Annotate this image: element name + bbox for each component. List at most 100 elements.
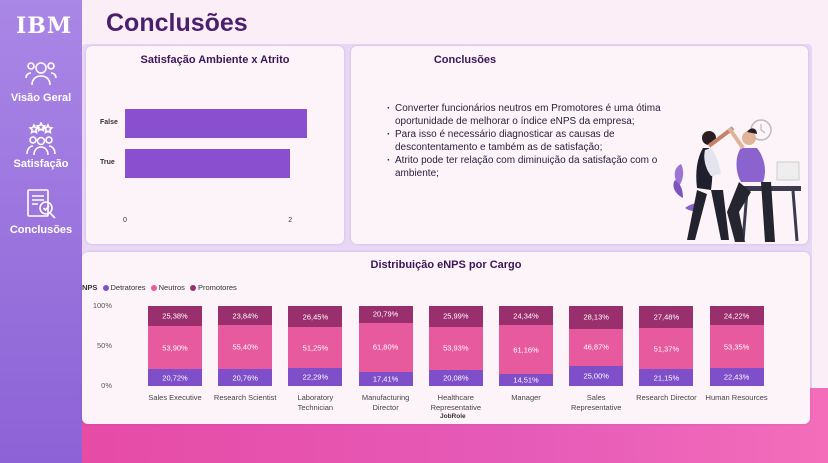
y-tick-label: False: [100, 118, 118, 126]
bar-segment-neutros: 53,35%: [709, 325, 764, 369]
data-label: 20,08%: [443, 373, 469, 383]
data-label: 53,90%: [162, 343, 188, 353]
bar-segment-promotores: 20,79%: [358, 306, 413, 323]
conclusions-list: Converter funcionários neutros em Promot…: [387, 102, 665, 180]
bar-segment-promotores: 23,84%: [218, 306, 273, 326]
bar-segment-detratores: 20,08%: [428, 369, 483, 386]
y-tick-label: True: [100, 158, 115, 166]
data-label: 61,80%: [372, 342, 399, 352]
data-label: 51,25%: [302, 343, 329, 353]
conclusion-item: Para isso é necessário diagnosticar as c…: [387, 128, 665, 154]
ibm-logo: IBM: [16, 13, 73, 39]
bar-segment-promotores: 25,38%: [148, 306, 202, 327]
data-label: 26,45%: [302, 312, 329, 322]
x-category-label: Research Director: [636, 393, 697, 402]
enps-x-axis-label: JobRole: [440, 413, 466, 420]
data-label: 61,16%: [513, 345, 539, 355]
bar: [125, 149, 291, 178]
conclusions-title: Conclusões: [433, 54, 497, 66]
bar: [125, 109, 307, 138]
data-label: 53,35%: [723, 342, 750, 352]
x-tick-label: 0: [123, 217, 127, 224]
bar-segment-detratores: 22,43%: [709, 368, 764, 386]
data-label: 20,76%: [232, 373, 258, 383]
data-label: 23,84%: [232, 311, 258, 321]
x-category-label: Manager: [511, 393, 541, 402]
conclusion-item: Converter funcionários neutros em Promot…: [387, 102, 665, 128]
data-label: 17,41%: [372, 374, 399, 384]
nav-label-conclusoes: Conclusões: [9, 224, 73, 236]
nav-item-satisfacao[interactable]: Satisfação: [0, 122, 82, 170]
x-category-label: Sales Representative: [570, 393, 622, 412]
data-label: 25,38%: [162, 311, 188, 321]
satisfaction-chart-title: Satisfação Ambiente x Atrito: [140, 54, 290, 66]
bar-segment-detratores: 17,41%: [358, 372, 413, 386]
data-label: 24,22%: [723, 311, 750, 321]
data-label: 22,29%: [302, 372, 329, 382]
data-label: 46,87%: [583, 342, 609, 352]
bar-segment-detratores: 21,15%: [639, 369, 694, 386]
legend-title: NPS: [82, 283, 98, 292]
legend-neutros: Neutros: [158, 283, 185, 292]
bar-segment-promotores: 28,13%: [569, 306, 624, 329]
bar-segment-neutros: 51,25%: [288, 327, 343, 369]
y-tick-label: 50%: [96, 341, 112, 350]
conclusions-card: Conclusões Converter funcionários neutro…: [351, 46, 808, 244]
page-title: Conclusões: [106, 9, 248, 37]
data-label: 14,51%: [513, 375, 539, 385]
bar-segment-neutros: 61,80%: [358, 322, 413, 373]
bar-segment-promotores: 27,48%: [639, 306, 694, 328]
x-category-label: Manufacturing Director: [361, 393, 410, 412]
legend-swatch-detratores: [102, 285, 109, 292]
x-category-label: Laboratory Technician: [297, 393, 334, 412]
data-label: 53,93%: [443, 343, 469, 353]
data-label: 21,15%: [653, 373, 680, 383]
bar-segment-detratores: 25,00%: [569, 366, 624, 386]
x-tick-label: 2: [288, 217, 293, 224]
report-icon: [27, 189, 56, 219]
data-label: 51,37%: [653, 344, 680, 354]
bar-segment-neutros: 51,37%: [639, 327, 694, 370]
nav-item-visao-geral[interactable]: Visão Geral: [0, 56, 82, 104]
x-category-label: Research Scientist: [213, 393, 277, 402]
conclusion-item: Atrito pode ter relação com diminuição d…: [387, 154, 665, 180]
data-label: 55,40%: [232, 342, 258, 352]
bar-segment-promotores: 24,22%: [709, 306, 764, 326]
data-label: 22,43%: [723, 372, 750, 382]
data-label: 25,99%: [443, 311, 469, 321]
bar-segment-neutros: 55,40%: [218, 325, 273, 370]
bar-segment-neutros: 53,90%: [148, 326, 202, 370]
legend-detratores: Detratores: [110, 283, 146, 292]
sidebar: IBM Visão Geral Satisfação Conclusões: [0, 0, 82, 463]
bar-segment-promotores: 24,34%: [499, 305, 553, 326]
data-label: 27,48%: [653, 312, 680, 322]
bar-segment-promotores: 26,45%: [288, 306, 343, 328]
bar-segment-detratores: 14,51%: [499, 374, 553, 386]
satisfaction-attrition-card: Satisfação Ambiente x Atrito False True 0 2: [86, 46, 344, 244]
nav-label-visao-geral: Visão Geral: [10, 92, 72, 104]
enps-legend: NPS Detratores Neutros Promotores: [82, 283, 237, 292]
legend-swatch-neutros: [150, 285, 157, 292]
legend-promotores: Promotores: [197, 283, 237, 292]
data-label: 24,34%: [513, 311, 539, 321]
bar-segment-detratores: 20,72%: [148, 369, 202, 386]
bar-segment-detratores: 20,76%: [218, 369, 273, 386]
data-label: 25,00%: [583, 371, 609, 381]
bar-segment-detratores: 22,29%: [288, 368, 343, 386]
bar-segment-promotores: 25,99%: [428, 306, 483, 327]
y-tick-label: 0%: [101, 381, 112, 390]
bar-segment-neutros: 61,16%: [499, 325, 553, 375]
x-category-label: Sales Executive: [148, 393, 202, 402]
x-category-label: Human Resources: [705, 393, 768, 402]
nav-label-satisfacao: Satisfação: [13, 158, 69, 170]
enps-chart-title: Distribuição eNPS por Cargo: [370, 259, 522, 271]
team-high-five-illustration: [673, 119, 801, 242]
x-category-label: Healthcare Representative: [430, 393, 482, 412]
nav-item-conclusoes[interactable]: Conclusões: [0, 188, 82, 236]
team-icon: [25, 62, 57, 86]
data-label: 28,13%: [583, 312, 609, 322]
rating-icon: [26, 122, 56, 156]
bar-segment-neutros: 46,87%: [569, 328, 624, 366]
bar-segment-neutros: 53,93%: [428, 326, 483, 370]
legend-swatch-promotores: [189, 285, 196, 292]
